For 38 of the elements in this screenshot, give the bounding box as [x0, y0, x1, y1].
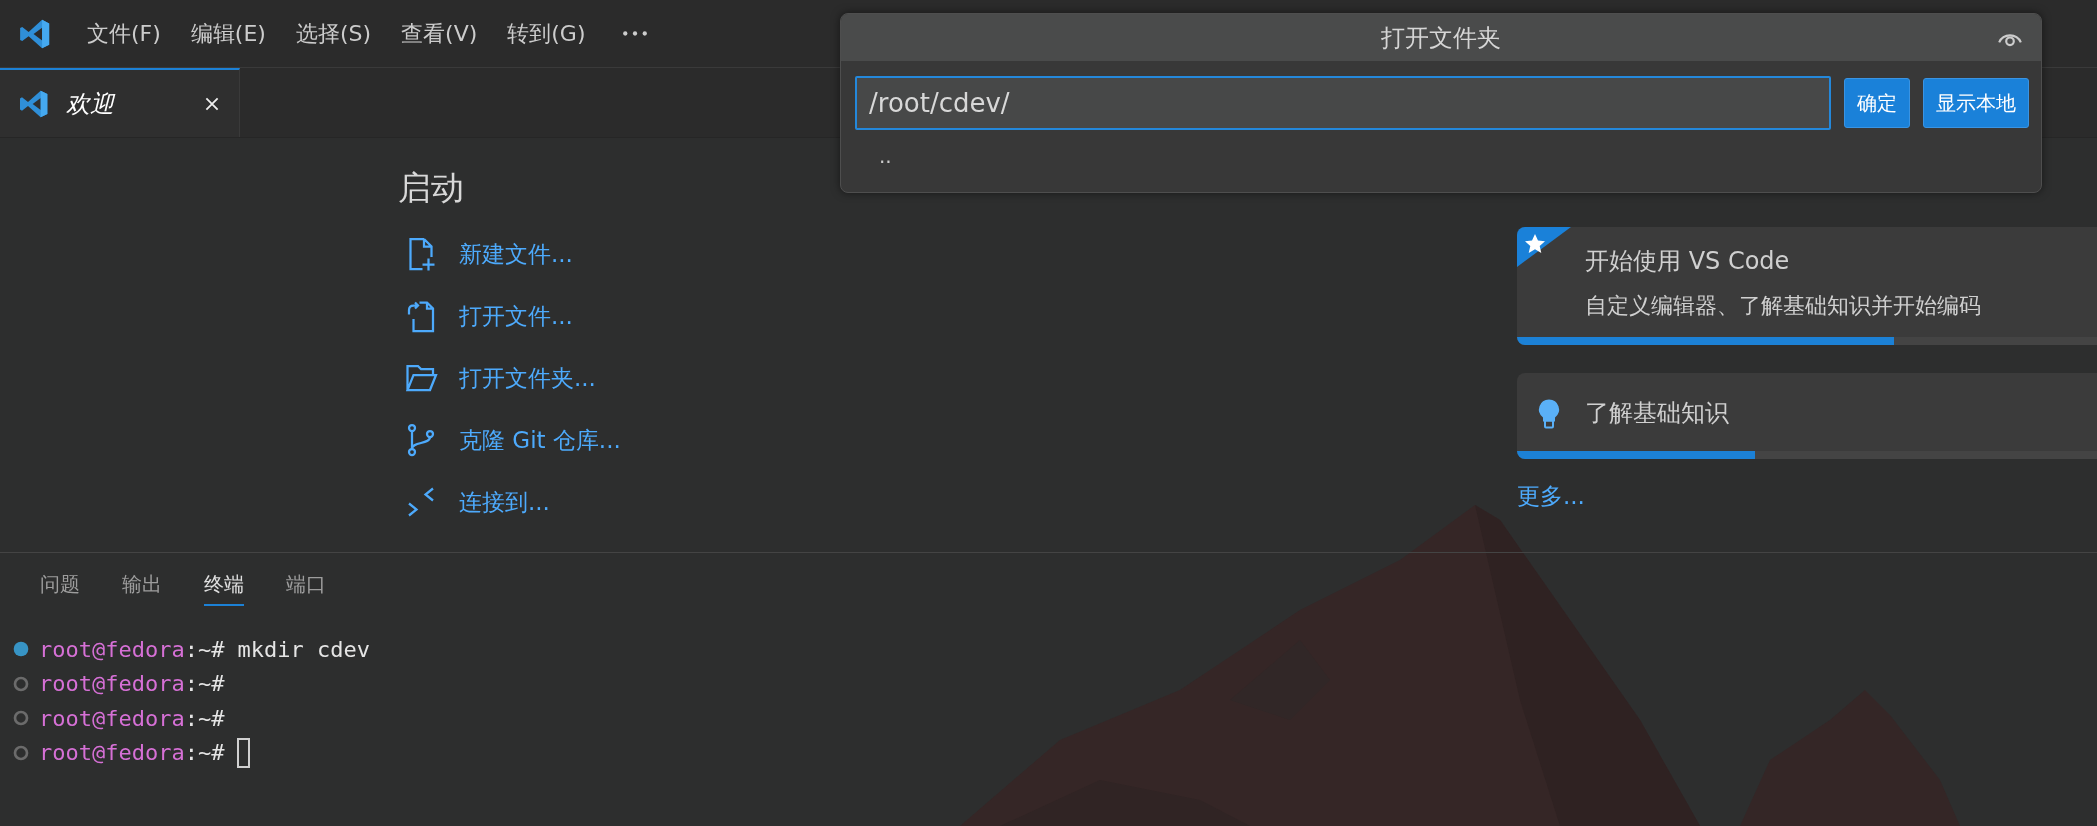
menu-item[interactable]: 转到(G)	[492, 18, 601, 49]
card-title: 开始使用 VS Code	[1585, 246, 1791, 277]
folder-list-item[interactable]: ..	[841, 130, 2041, 168]
dialog-title: 打开文件夹	[1381, 22, 1501, 54]
walkthrough-card[interactable]: 了解基础知识	[1517, 373, 2097, 459]
panel-tab[interactable]: 输出	[122, 571, 162, 606]
menu-item[interactable]: 编辑(E)	[175, 18, 281, 49]
terminal-command: mkdir cdev	[237, 636, 370, 662]
lightbulb-icon	[1537, 397, 1561, 429]
menu-item[interactable]: 选择(S)	[280, 18, 387, 49]
walkthrough-card[interactable]: 开始使用 VS Code 自定义编辑器、了解基础知识并开始编码	[1517, 227, 2097, 345]
editor-tab[interactable]: 欢迎	[0, 68, 240, 137]
panel-tab[interactable]: 端口	[286, 571, 326, 606]
start-link[interactable]: 克隆 Git 仓库...	[459, 424, 621, 456]
menu-item[interactable]: 文件(F)	[72, 18, 176, 49]
prompt-user: root@fedora	[39, 671, 185, 697]
start-link[interactable]: 打开文件...	[459, 300, 573, 332]
menu-item[interactable]: 查看(V)	[386, 18, 493, 49]
path-input-field[interactable]: /root/cdev/	[855, 76, 1831, 130]
start-link[interactable]: 新建文件...	[459, 238, 573, 270]
more-link[interactable]: 更多...	[1517, 481, 1585, 512]
start-link[interactable]: 连接到...	[459, 486, 550, 518]
dialog-button[interactable]: 显示本地	[1923, 78, 2029, 128]
card-description: 自定义编辑器、了解基础知识并开始编码	[1585, 292, 1981, 320]
prompt-symbol: :~#	[184, 671, 225, 697]
card-title: 了解基础知识	[1585, 398, 1729, 429]
section-heading: 启动	[398, 167, 465, 209]
panel-tab[interactable]: 终端	[204, 571, 244, 606]
more-icon[interactable]	[622, 30, 649, 37]
prompt-user: root@fedora	[39, 705, 185, 731]
prompt-symbol: :~#	[184, 740, 225, 766]
prompt-symbol: :~#	[184, 636, 225, 662]
prompt-user: root@fedora	[39, 740, 185, 766]
panel-tab[interactable]: 问题	[40, 571, 80, 606]
prompt-symbol: :~#	[184, 705, 225, 731]
prompt-user: root@fedora	[39, 636, 185, 662]
start-link[interactable]: 打开文件夹...	[459, 362, 596, 394]
dialog-button[interactable]: 确定	[1844, 78, 1910, 128]
